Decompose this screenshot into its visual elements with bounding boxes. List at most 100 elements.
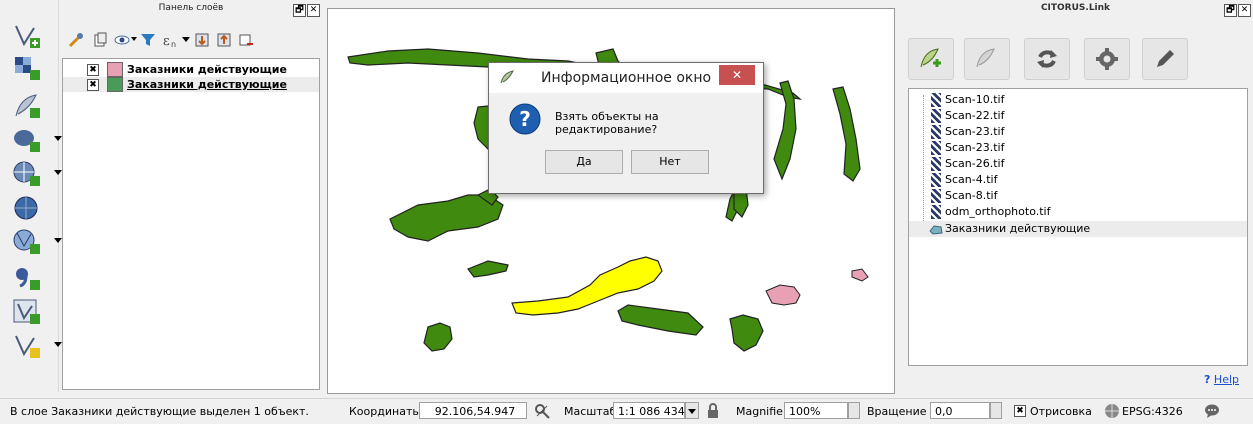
float-panel-button[interactable]: 🗗 xyxy=(293,4,306,17)
add-wfs-button[interactable] xyxy=(10,226,62,256)
raster-item[interactable]: Scan-22.tif xyxy=(945,109,1004,122)
magnifier-stepper[interactable] xyxy=(848,402,860,419)
layer-color-swatch xyxy=(107,77,123,92)
remove-layer-icon[interactable] xyxy=(238,32,254,48)
new-layer-button[interactable] xyxy=(10,330,62,360)
rotation-stepper[interactable] xyxy=(990,402,1002,419)
comma-icon xyxy=(16,268,40,290)
add-spatialite-button[interactable] xyxy=(10,296,50,326)
raster-icon xyxy=(931,157,941,171)
raster-item[interactable]: Scan-23.tif xyxy=(945,125,1004,138)
status-message: В слое Заказники действующие выделен 1 о… xyxy=(10,405,309,418)
polygon-layer-icon xyxy=(929,225,943,235)
globe-grid-icon xyxy=(13,161,40,186)
reserve-polygon xyxy=(773,80,797,181)
add-vector-layer-button[interactable] xyxy=(10,20,50,50)
eye-icon[interactable] xyxy=(114,32,130,48)
pencil-icon xyxy=(1157,50,1174,67)
close-panel-button[interactable]: ✕ xyxy=(307,4,320,17)
vector-layer-row[interactable]: Заказники действующие xyxy=(909,221,1247,237)
crs-label[interactable]: EPSG:4326 xyxy=(1122,405,1183,418)
refresh-button[interactable] xyxy=(1024,38,1070,80)
raster-item[interactable]: Scan-8.tif xyxy=(945,189,997,202)
layers-dock-buttons: 🗗 ✕ xyxy=(292,2,320,17)
float-panel-button[interactable]: 🗗 xyxy=(1224,4,1237,17)
layers-tree: ✖ Заказники действующие ✖ Заказники дейс… xyxy=(62,58,320,390)
raster-item[interactable]: Scan-10.tif xyxy=(945,93,1004,106)
return-edit-button[interactable] xyxy=(964,38,1010,80)
elephant-icon xyxy=(14,130,40,152)
reserve-polygon xyxy=(423,322,453,352)
question-icon: ? xyxy=(509,103,541,135)
toggle-extents-icon[interactable] xyxy=(534,403,550,419)
add-group-icon[interactable] xyxy=(92,32,108,48)
raster-icon xyxy=(931,93,941,107)
raster-item[interactable]: Scan-23.tif xyxy=(945,141,1004,154)
coords-field[interactable]: 92.106,54.947 xyxy=(419,402,527,419)
layer-name[interactable]: Заказники действующие xyxy=(127,63,287,76)
raster-icon xyxy=(931,141,941,155)
raster-layer-icon xyxy=(15,57,40,80)
render-checkbox[interactable]: ✖ xyxy=(1014,405,1026,417)
raster-item[interactable]: Scan-4.tif xyxy=(945,173,997,186)
add-virtual-layer-button[interactable] xyxy=(10,262,50,292)
no-button[interactable]: Нет xyxy=(631,150,709,174)
messages-icon[interactable] xyxy=(1204,403,1220,419)
close-panel-button[interactable]: ✕ xyxy=(1238,4,1251,17)
svg-text:?: ? xyxy=(519,107,531,131)
add-raster-layer-button[interactable] xyxy=(10,52,50,82)
layer-visibility-checkbox[interactable]: ✖ xyxy=(87,79,99,91)
vector-layer-name: Заказники действующие xyxy=(945,222,1091,235)
coords-label: Координаты xyxy=(349,405,422,418)
pink-reserve-polygon xyxy=(851,268,869,282)
raster-icon xyxy=(931,205,941,219)
left-toolbar xyxy=(0,0,62,392)
raster-icon xyxy=(931,173,941,187)
render-label: Отрисовка xyxy=(1030,405,1092,418)
refresh-icon xyxy=(1037,50,1057,68)
help-link[interactable]: ? Help xyxy=(1204,373,1239,386)
expand-all-icon[interactable] xyxy=(194,32,210,48)
filter-icon[interactable] xyxy=(140,32,156,48)
globe-icon xyxy=(14,196,38,220)
add-postgis-button[interactable] xyxy=(10,124,62,154)
dialog-message: Взять объекты на редактирование? xyxy=(555,110,659,136)
add-delimited-text-button[interactable] xyxy=(10,90,50,120)
help-question-mark: ? xyxy=(1204,373,1211,386)
raster-tree: Scan-10.tif Scan-22.tif Scan-23.tif Scan… xyxy=(908,88,1248,366)
vector-box-icon xyxy=(13,299,40,324)
crs-globe-icon[interactable] xyxy=(1104,403,1120,419)
add-wcs-button[interactable] xyxy=(10,192,50,222)
add-wms-button[interactable] xyxy=(10,158,62,188)
eye-dropdown-arrow[interactable] xyxy=(131,37,137,41)
dialog-titlebar[interactable]: Информационное окно ✕ xyxy=(489,63,763,93)
feather-icon xyxy=(15,94,40,118)
vector-layer-icon xyxy=(15,25,40,48)
help-link-text: Help xyxy=(1213,373,1239,386)
layer-row-selected[interactable]: ✖ Заказники действующие xyxy=(63,77,319,92)
raster-item[interactable]: Scan-26.tif xyxy=(945,157,1004,170)
feather-plus-icon xyxy=(920,48,941,68)
dialog-close-button[interactable]: ✕ xyxy=(719,65,755,85)
raster-item[interactable]: odm_orthophoto.tif xyxy=(945,205,1050,218)
expression-dropdown-arrow[interactable] xyxy=(182,37,190,42)
expression-filter-icon[interactable]: εn xyxy=(162,32,180,48)
layer-visibility-checkbox[interactable]: ✖ xyxy=(87,64,99,76)
settings-button[interactable] xyxy=(1084,38,1130,80)
rotation-spinbox[interactable]: 0,0 xyxy=(930,402,990,419)
scale-combobox[interactable]: 1:1 086 434 xyxy=(613,402,685,419)
reserve-polygon xyxy=(389,194,504,242)
style-brush-icon[interactable] xyxy=(68,32,84,48)
take-edit-button[interactable] xyxy=(908,38,954,80)
lock-icon[interactable] xyxy=(707,403,719,418)
collapse-all-icon[interactable] xyxy=(216,32,232,48)
reserve-polygon xyxy=(467,260,509,278)
magnifier-spinbox[interactable]: 100% xyxy=(784,402,848,419)
status-bar: В слое Заказники действующие выделен 1 о… xyxy=(0,398,1253,424)
layer-row[interactable]: ✖ Заказники действующие xyxy=(63,62,319,77)
yes-button[interactable]: Да xyxy=(545,150,623,174)
scale-dropdown-button[interactable] xyxy=(685,402,699,419)
citorus-panel-title: CITORUS.Link xyxy=(1040,3,1111,13)
edit-button[interactable] xyxy=(1142,38,1188,80)
layer-name[interactable]: Заказники действующие xyxy=(127,78,287,91)
